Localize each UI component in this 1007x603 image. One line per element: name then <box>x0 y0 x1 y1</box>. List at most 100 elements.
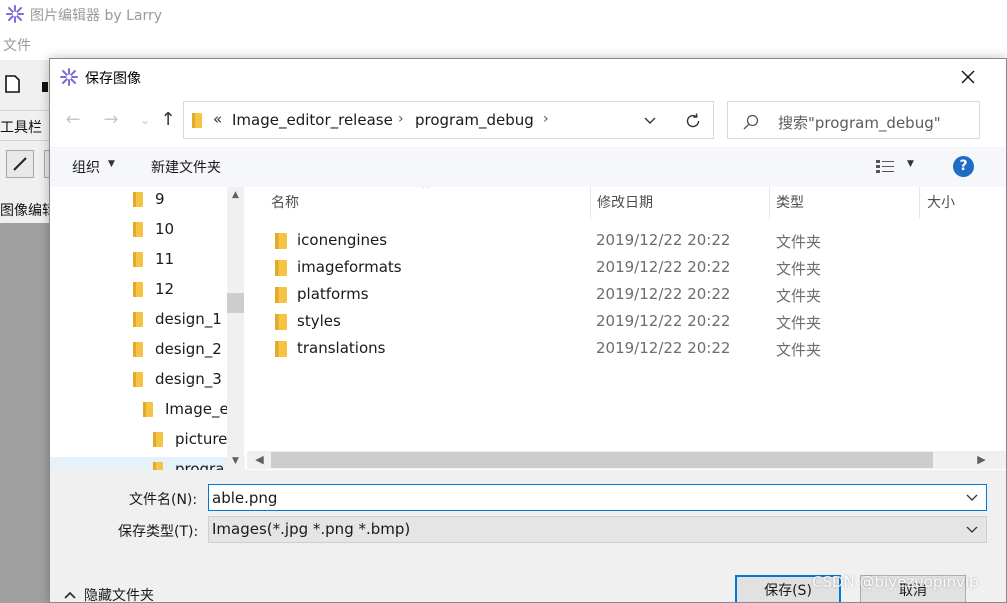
new-file-icon[interactable] <box>5 75 20 93</box>
tree-item-label: 9 <box>155 190 165 208</box>
filetype-select[interactable]: Images(*.jpg *.png *.bmp) <box>208 516 987 543</box>
column-header-type[interactable]: 类型 <box>776 187 804 219</box>
file-modified: 2019/12/22 20:22 <box>596 339 731 357</box>
tree-item[interactable]: picture <box>153 424 227 454</box>
view-options-icon[interactable] <box>876 159 894 175</box>
folder-icon <box>153 461 163 470</box>
file-list: ^ 名称 修改日期 类型 大小 iconengines 2019/12/22 20… <box>247 187 1006 470</box>
hide-folders-label: 隐藏文件夹 <box>84 588 154 603</box>
sort-ascending-icon: ^ <box>421 187 430 195</box>
folder-icon <box>275 341 287 357</box>
folder-icon <box>133 191 143 207</box>
tree-item[interactable]: design_1 <box>133 304 222 334</box>
folder-icon <box>133 371 143 387</box>
refresh-icon <box>686 113 700 128</box>
up-arrow-icon[interactable]: ↑ <box>156 109 180 133</box>
breadcrumb-separator[interactable]: › <box>398 111 404 127</box>
file-row[interactable]: platforms 2019/12/22 20:22 文件夹 <box>247 281 1006 308</box>
scrollbar-thumb[interactable] <box>271 452 933 468</box>
folder-icon <box>275 287 287 303</box>
column-header-modified[interactable]: 修改日期 <box>597 187 653 219</box>
chevron-down-icon[interactable] <box>642 112 658 128</box>
breadcrumb-separator[interactable]: › <box>543 111 549 127</box>
navigation-bar: ← → ⌄ ↑ « Image_editor_release › program… <box>50 95 1006 145</box>
column-header-name[interactable]: 名称 <box>271 187 299 219</box>
search-icon <box>743 114 759 130</box>
chevron-down-icon[interactable] <box>965 522 979 536</box>
tree-item-label: progra <box>175 460 225 470</box>
pen-tool-button[interactable] <box>6 150 34 178</box>
hide-folders-toggle[interactable]: 隐藏文件夹 <box>64 585 154 603</box>
save-tool-icon[interactable] <box>42 82 48 92</box>
breadcrumb-image-editor-release[interactable]: Image_editor_release <box>232 111 393 129</box>
file-modified: 2019/12/22 20:22 <box>596 231 731 249</box>
tree-item[interactable]: 11 <box>133 244 174 274</box>
file-list-horizontal-scrollbar[interactable]: ◀ ▶ <box>247 451 1006 469</box>
tree-item-label: 10 <box>155 220 175 238</box>
tree-item[interactable]: 9 <box>133 187 165 214</box>
column-divider[interactable] <box>919 187 920 219</box>
tree-item-label: design_2 <box>155 340 222 358</box>
scroll-up-icon[interactable]: ▲ <box>227 187 244 204</box>
chevron-down-icon[interactable] <box>965 490 979 504</box>
dialog-title: 保存图像 <box>85 71 141 87</box>
file-type: 文件夹 <box>776 341 822 359</box>
tree-item[interactable]: design_3 <box>133 364 222 394</box>
scrollbar-thumb[interactable] <box>227 293 244 313</box>
search-input[interactable]: 搜索"program_debug" <box>727 101 980 139</box>
folder-icon <box>275 260 287 276</box>
address-bar[interactable]: « Image_editor_release › program_debug › <box>183 101 714 139</box>
file-name: styles <box>297 312 341 330</box>
app-logo-icon <box>60 68 78 86</box>
command-bar: 组织 ▼ 新建文件夹 ▼ ? <box>50 147 1006 187</box>
app-title-bar: 图片编辑器 by Larry <box>0 0 1007 28</box>
scroll-right-icon[interactable]: ▶ <box>973 451 990 469</box>
file-row[interactable]: styles 2019/12/22 20:22 文件夹 <box>247 308 1006 335</box>
column-header-size[interactable]: 大小 <box>927 187 955 219</box>
filename-input[interactable] <box>208 484 987 511</box>
organize-button[interactable]: 组织 <box>72 157 100 177</box>
folder-icon <box>192 113 202 128</box>
column-divider[interactable] <box>590 187 591 219</box>
scroll-down-icon[interactable]: ▼ <box>227 453 244 470</box>
new-folder-button[interactable]: 新建文件夹 <box>151 157 221 177</box>
caret-down-icon[interactable]: ▼ <box>108 159 115 169</box>
tree-item-label: 11 <box>155 250 175 268</box>
filename-label: 文件名(N): <box>129 492 198 508</box>
back-arrow-icon[interactable]: ← <box>61 109 85 133</box>
menu-file[interactable]: 文件 <box>3 35 31 55</box>
tree-item[interactable]: progra <box>153 454 224 470</box>
file-row[interactable]: iconengines 2019/12/22 20:22 文件夹 <box>247 227 1006 254</box>
file-row[interactable]: translations 2019/12/22 20:22 文件夹 <box>247 335 1006 362</box>
folder-icon <box>133 251 143 267</box>
app-menubar: 文件 <box>0 28 1007 60</box>
folder-icon <box>275 233 287 249</box>
address-overflow[interactable]: « <box>213 110 222 128</box>
scroll-left-icon[interactable]: ◀ <box>251 451 268 469</box>
help-icon[interactable]: ? <box>953 156 974 177</box>
column-divider[interactable] <box>769 187 770 219</box>
navigation-pane-scrollbar[interactable]: ▲ ▼ <box>227 187 244 470</box>
tree-item[interactable]: Image_e <box>143 394 229 424</box>
forward-arrow-icon[interactable]: → <box>99 109 123 133</box>
folder-icon <box>275 314 287 330</box>
file-name: translations <box>297 339 386 357</box>
file-row[interactable]: imageformats 2019/12/22 20:22 文件夹 <box>247 254 1006 281</box>
breadcrumb-program-debug[interactable]: program_debug <box>415 111 534 129</box>
tree-item[interactable]: design_2 <box>133 334 222 364</box>
tree-item[interactable]: 12 <box>133 274 174 304</box>
refresh-button[interactable] <box>673 101 714 139</box>
watermark: CSDN @biyezuopinvip <box>812 573 979 591</box>
file-type: 文件夹 <box>776 287 822 305</box>
folder-icon <box>133 341 143 357</box>
file-modified: 2019/12/22 20:22 <box>596 312 731 330</box>
navigation-pane: 9 10 11 12 design_1 design_2 design_3 Image_epi… <box>50 187 245 470</box>
search-placeholder: 搜索"program_debug" <box>778 114 941 132</box>
close-icon[interactable] <box>958 67 978 87</box>
recent-locations-chevron-icon[interactable]: ⌄ <box>133 109 157 133</box>
editor-label: 图像编辑 <box>0 203 56 219</box>
caret-down-icon[interactable]: ▼ <box>907 159 914 169</box>
tree-item[interactable]: 10 <box>133 214 174 244</box>
file-name: imageformats <box>297 258 402 276</box>
tree-item-label: Image_e <box>165 400 229 418</box>
